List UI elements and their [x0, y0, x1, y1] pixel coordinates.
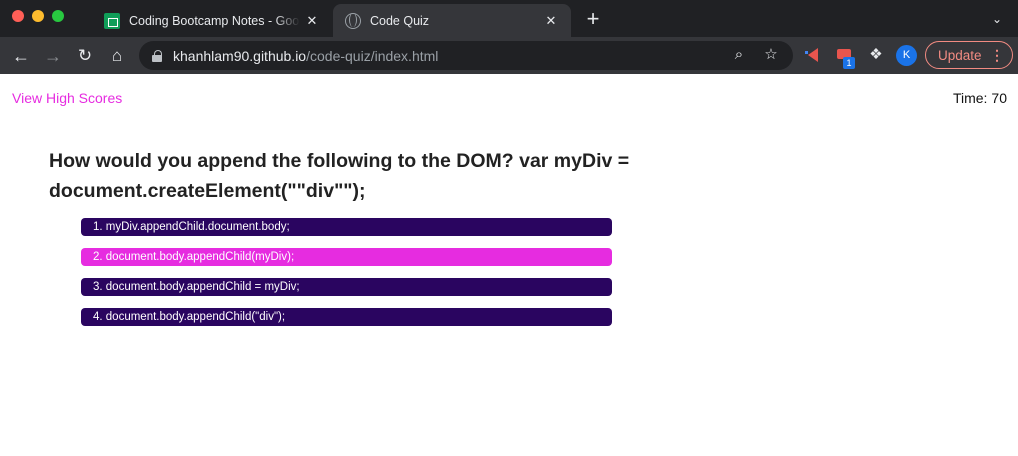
answer-choice-4[interactable]: 4. document.body.appendChild("div"); [81, 308, 612, 326]
view-high-scores-link[interactable]: View High Scores [12, 90, 122, 106]
timer: Time: 70 [953, 90, 1007, 106]
more-menu-icon[interactable]: ⋮ [990, 47, 1004, 63]
timer-value: 70 [991, 90, 1007, 106]
extension-badge: 1 [843, 57, 855, 69]
new-tab-button[interactable]: + [582, 8, 604, 30]
close-icon[interactable]: ✕ [300, 9, 324, 33]
timer-label: Time: [952, 90, 988, 106]
answer-choice-3[interactable]: 3. document.body.appendChild = myDiv; [81, 278, 612, 296]
url-host: khanhlam90.github.io [173, 47, 307, 64]
globe-icon [345, 12, 361, 29]
extensions-puzzle-icon[interactable]: ❖ [866, 45, 886, 65]
chevron-down-icon[interactable]: ⌄ [987, 9, 1007, 29]
update-label: Update [938, 47, 982, 63]
tab-coding-bootcamp-notes[interactable]: Coding Bootcamp Notes - Goo ✕ [92, 4, 332, 37]
url-path: /code-quiz/index.html [306, 47, 439, 64]
extension-icon[interactable] [804, 45, 824, 65]
avatar[interactable]: K [896, 45, 917, 66]
tab-title: Coding Bootcamp Notes - Goo [129, 13, 300, 28]
forward-button[interactable]: → [41, 44, 65, 68]
home-button[interactable]: ⌂ [105, 44, 129, 68]
sheets-icon [104, 12, 120, 29]
question-text: How would you append the following to th… [49, 150, 630, 202]
answer-choice-1[interactable]: 1. myDiv.appendChild.document.body; [81, 218, 612, 236]
answer-choices: 1. myDiv.appendChild.document.body; 2. d… [81, 218, 612, 338]
close-icon[interactable]: ✕ [539, 9, 563, 33]
zoom-icon[interactable]: ⌕ [729, 45, 749, 65]
tab-title: Code Quiz [370, 13, 430, 28]
maximize-window-button[interactable] [52, 10, 64, 22]
url-text[interactable]: khanhlam90.github.io/code-quiz/index.htm… [173, 48, 438, 64]
back-button[interactable]: ← [9, 44, 33, 68]
close-window-button[interactable] [12, 10, 24, 22]
update-button[interactable]: Update ⋮ [925, 41, 1013, 69]
browser-tab-strip: Coding Bootcamp Notes - Goo ✕ Code Quiz … [0, 0, 1018, 37]
tab-code-quiz[interactable]: Code Quiz ✕ [333, 4, 571, 37]
reload-button[interactable]: ↻ [73, 44, 97, 68]
minimize-window-button[interactable] [32, 10, 44, 22]
answer-choice-2[interactable]: 2. document.body.appendChild(myDiv); [81, 248, 612, 266]
page-content: View High Scores Time: 70 How would you a… [0, 74, 1018, 456]
address-bar[interactable]: khanhlam90.github.io/code-quiz/index.htm… [139, 41, 793, 70]
lock-icon[interactable] [152, 49, 162, 62]
bookmark-star-icon[interactable]: ☆ [761, 45, 781, 65]
